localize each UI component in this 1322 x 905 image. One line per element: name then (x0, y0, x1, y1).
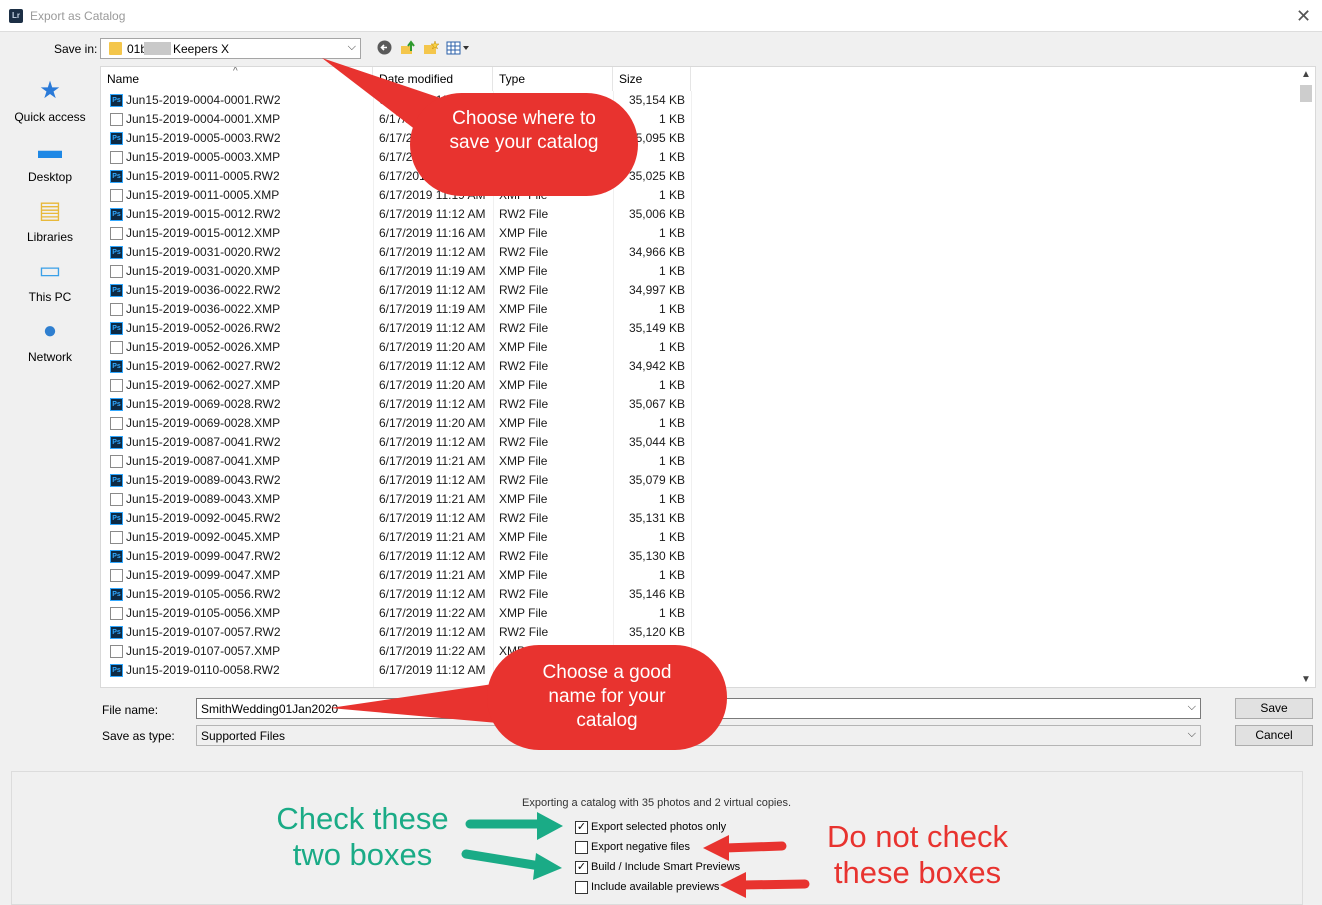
red-arrow-head (720, 872, 746, 898)
do-not-check-annotation: Do not check these boxes (827, 819, 1008, 890)
green-arrow-head (537, 812, 563, 840)
callout-text: Choose where to save your catalog (449, 108, 599, 153)
red-arrow (738, 879, 810, 890)
callout-save-location: Choose where to save your catalog (410, 93, 638, 196)
green-arrow-head (533, 853, 562, 880)
annotation-arrows (322, 58, 810, 898)
red-arrow-head (703, 835, 729, 861)
red-arrow (720, 841, 787, 853)
callout-file-name: Choose a good name for your catalog (487, 645, 727, 750)
check-these-annotation: Check these two boxes (276, 801, 449, 872)
callout-text: Choose a good name for your catalog (542, 662, 672, 731)
green-arrow (461, 849, 545, 871)
